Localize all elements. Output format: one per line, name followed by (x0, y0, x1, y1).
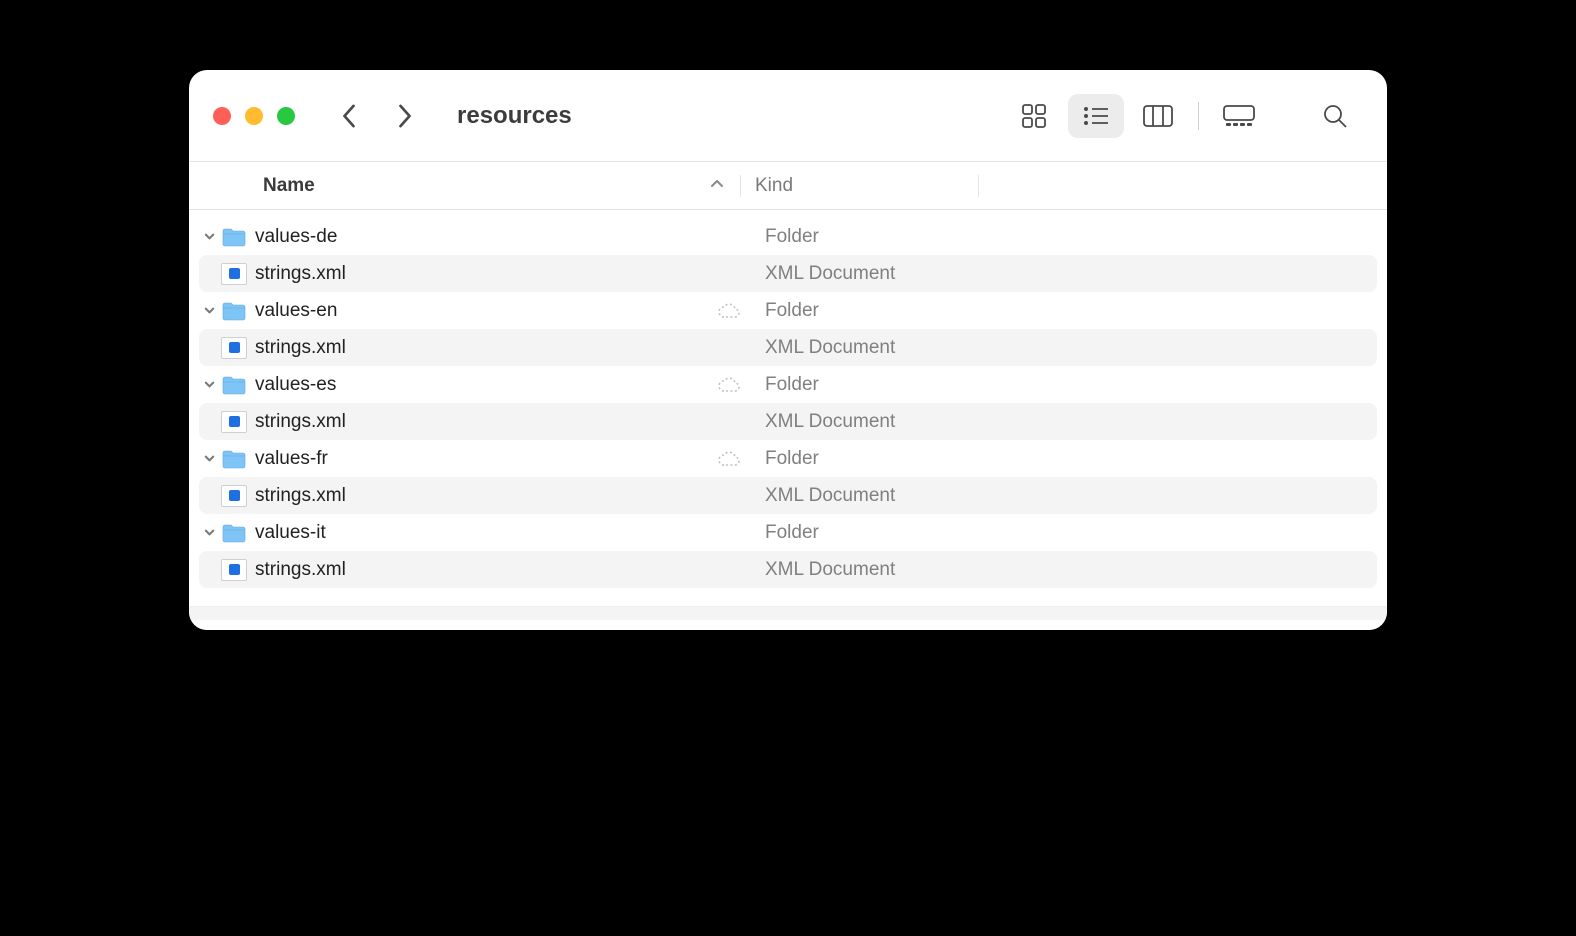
disclosure-triangle[interactable] (199, 452, 219, 465)
column-header-name-label: Name (263, 175, 315, 197)
close-window-button[interactable] (213, 107, 231, 125)
cloud-download-icon[interactable] (717, 302, 741, 320)
list-item[interactable]: strings.xml XML Document (199, 477, 1377, 514)
list-item[interactable]: values-it Folder (199, 514, 1377, 551)
toolbar-divider (1198, 102, 1199, 130)
folder-icon (221, 448, 247, 470)
disclosure-triangle[interactable] (199, 304, 219, 317)
gallery-icon (1223, 105, 1255, 127)
window-title: resources (457, 102, 572, 130)
item-name: values-en (255, 300, 337, 322)
item-name: values-fr (255, 448, 328, 470)
window-controls (213, 107, 295, 125)
item-kind: XML Document (751, 263, 989, 285)
sort-ascending-icon (710, 175, 724, 197)
file-list: values-de Folder strings.xml XML Document va… (189, 210, 1387, 606)
column-header-name[interactable]: Name (189, 175, 741, 197)
item-name: strings.xml (255, 411, 346, 433)
nav-back-button[interactable] (335, 102, 363, 130)
item-kind: Folder (751, 374, 989, 396)
zoom-window-button[interactable] (277, 107, 295, 125)
folder-icon (221, 522, 247, 544)
view-gallery-button[interactable] (1211, 94, 1267, 138)
item-name: strings.xml (255, 337, 346, 359)
chevron-right-icon (396, 102, 414, 130)
view-columns-button[interactable] (1130, 94, 1186, 138)
folder-icon (221, 226, 247, 248)
list-item[interactable]: strings.xml XML Document (199, 329, 1377, 366)
column-header-kind[interactable]: Kind (741, 175, 979, 197)
disclosure-triangle[interactable] (199, 526, 219, 539)
item-kind: XML Document (751, 485, 989, 507)
list-item[interactable]: values-es Folder (199, 366, 1377, 403)
nav-arrows (335, 102, 419, 130)
item-kind: Folder (751, 522, 989, 544)
item-name: values-it (255, 522, 326, 544)
minimize-window-button[interactable] (245, 107, 263, 125)
item-kind: XML Document (751, 559, 989, 581)
disclosure-triangle[interactable] (199, 378, 219, 391)
list-item[interactable]: strings.xml XML Document (199, 551, 1377, 588)
xml-file-icon (221, 337, 247, 359)
list-item[interactable]: strings.xml XML Document (199, 403, 1377, 440)
nav-forward-button[interactable] (391, 102, 419, 130)
view-icons-button[interactable] (1006, 94, 1062, 138)
folder-icon (221, 374, 247, 396)
xml-file-icon (221, 485, 247, 507)
item-kind: Folder (751, 300, 989, 322)
view-mode-switcher (1006, 94, 1267, 138)
search-icon (1322, 103, 1348, 129)
xml-file-icon (221, 411, 247, 433)
column-header-row: Name Kind (189, 162, 1387, 210)
list-item[interactable]: values-fr Folder (199, 440, 1377, 477)
item-kind: XML Document (751, 411, 989, 433)
list-item[interactable]: strings.xml XML Document (199, 255, 1377, 292)
finder-window: resources (189, 70, 1387, 630)
columns-icon (1143, 105, 1173, 127)
item-kind: Folder (751, 226, 989, 248)
status-bar (189, 606, 1387, 620)
search-button[interactable] (1307, 94, 1363, 138)
xml-file-icon (221, 263, 247, 285)
view-list-button[interactable] (1068, 94, 1124, 138)
grid-icon (1021, 103, 1047, 129)
xml-file-icon (221, 559, 247, 581)
item-name: strings.xml (255, 559, 346, 581)
cloud-download-icon[interactable] (717, 450, 741, 468)
item-name: strings.xml (255, 485, 346, 507)
cloud-download-icon[interactable] (717, 376, 741, 394)
list-icon (1082, 105, 1110, 127)
list-item[interactable]: values-de Folder (199, 218, 1377, 255)
item-kind: Folder (751, 448, 989, 470)
disclosure-triangle[interactable] (199, 230, 219, 243)
chevron-left-icon (340, 102, 358, 130)
titlebar: resources (189, 70, 1387, 162)
item-kind: XML Document (751, 337, 989, 359)
list-item[interactable]: values-en Folder (199, 292, 1377, 329)
folder-icon (221, 300, 247, 322)
item-name: strings.xml (255, 263, 346, 285)
item-name: values-es (255, 374, 336, 396)
item-name: values-de (255, 226, 337, 248)
column-header-kind-label: Kind (755, 175, 793, 196)
